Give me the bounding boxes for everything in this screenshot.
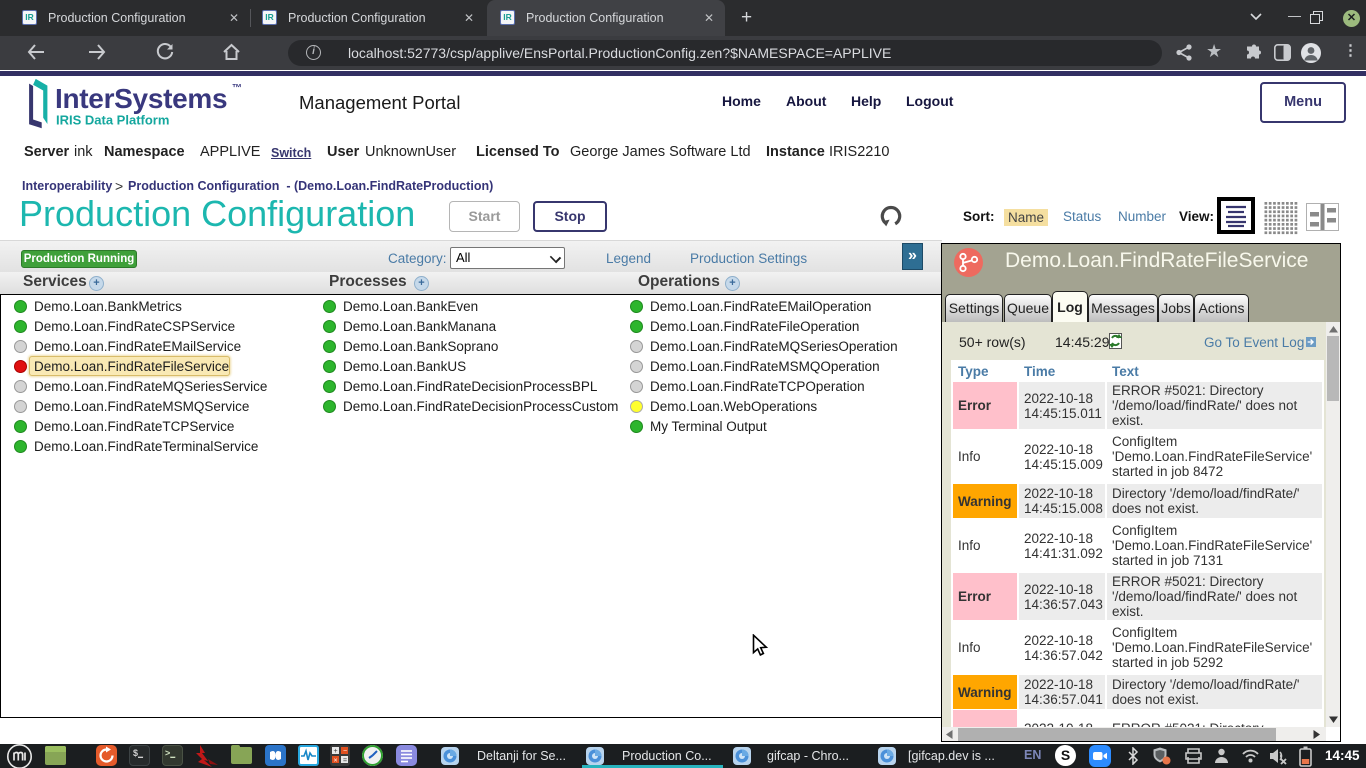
svg-text:×: × bbox=[334, 758, 338, 765]
svg-text:IRIS Data Platform: IRIS Data Platform bbox=[56, 113, 169, 128]
svg-text:+: + bbox=[334, 748, 338, 755]
svg-text:InterSystems: InterSystems bbox=[55, 83, 227, 114]
svg-text:=: = bbox=[343, 758, 347, 765]
svg-text:™: ™ bbox=[232, 83, 242, 94]
svg-text:−: − bbox=[343, 748, 347, 755]
